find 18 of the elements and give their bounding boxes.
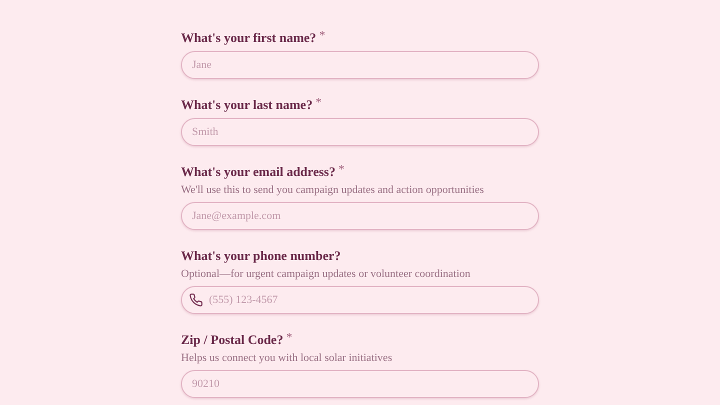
input-field[interactable]: Smith (181, 118, 539, 146)
required-mark: * (319, 29, 326, 41)
field-hint: Optional—for urgent campaign updates or volunteer coordination (181, 267, 472, 281)
field-label: What's your phone number? (181, 247, 341, 265)
field-hint: We'll use this to send you campaign updates and action opportunities (181, 183, 485, 197)
input-field[interactable]: Jane@example.com (181, 202, 539, 230)
phone-icon (189, 293, 203, 307)
input-field[interactable]: Jane (181, 51, 539, 79)
input-field[interactable]: (555) 123-4567 (181, 286, 539, 314)
input-field[interactable]: 90210 (181, 370, 539, 398)
field-label: What's your first name? (181, 29, 316, 47)
required-mark: * (286, 331, 292, 343)
field-label: Zip / Postal Code? (181, 331, 284, 349)
field-label: What's your last name? (181, 96, 313, 114)
required-mark: * (316, 96, 322, 108)
field-label: What's your email address? (181, 163, 336, 181)
required-mark: * (338, 163, 344, 175)
field-hint: Helps us connect you with local solar initiatives (181, 351, 394, 365)
